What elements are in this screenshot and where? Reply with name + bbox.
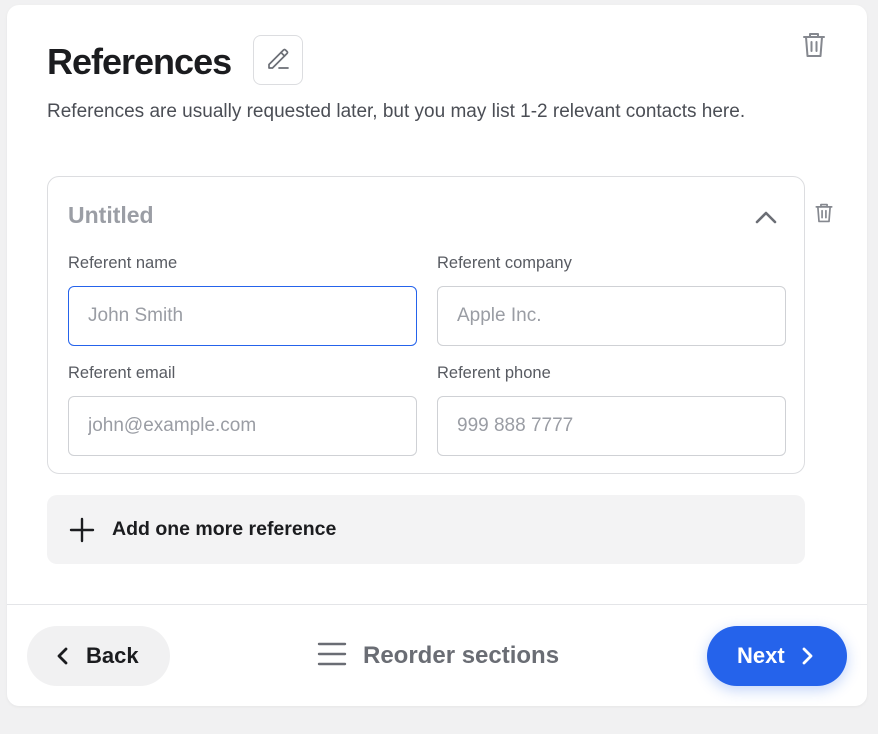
chevron-up-icon: [754, 209, 778, 230]
referent-company-label: Referent company: [437, 254, 572, 272]
delete-section-button[interactable]: [799, 32, 829, 62]
references-section-card: References References are usually reques…: [7, 5, 867, 706]
reference-item-card: Untitled Referent name Referent company …: [47, 176, 805, 474]
next-label: Next: [737, 643, 785, 668]
trash-icon: [801, 31, 827, 64]
add-reference-label: Add one more reference: [112, 518, 337, 540]
collapse-reference-button[interactable]: [751, 204, 781, 234]
chevron-left-icon: [53, 646, 73, 666]
pencil-icon: [265, 45, 291, 76]
back-button[interactable]: Back: [27, 626, 170, 686]
reorder-sections-label: Reorder sections: [363, 642, 560, 669]
delete-reference-button[interactable]: [811, 202, 837, 228]
hamburger-icon: [317, 641, 347, 672]
reorder-sections-button[interactable]: Reorder sections: [317, 635, 559, 677]
chevron-right-icon: [797, 646, 817, 666]
referent-email-input[interactable]: [68, 396, 417, 456]
referent-company-input[interactable]: [437, 286, 786, 346]
section-title: References: [47, 41, 232, 82]
edit-title-button[interactable]: [253, 35, 303, 85]
referent-name-label: Referent name: [68, 254, 178, 272]
referent-phone-input[interactable]: [437, 396, 786, 456]
back-label: Back: [86, 643, 139, 668]
footer-divider: [7, 604, 867, 605]
referent-name-input[interactable]: [68, 286, 417, 346]
section-description: References are usually requested later, …: [47, 101, 746, 122]
reference-item-title[interactable]: Untitled: [68, 202, 154, 229]
next-button[interactable]: Next: [707, 626, 847, 686]
add-reference-button[interactable]: Add one more reference: [47, 495, 805, 564]
referent-phone-label: Referent phone: [437, 364, 551, 382]
referent-email-label: Referent email: [68, 364, 176, 382]
plus-icon: [68, 516, 96, 544]
trash-icon: [814, 202, 834, 229]
